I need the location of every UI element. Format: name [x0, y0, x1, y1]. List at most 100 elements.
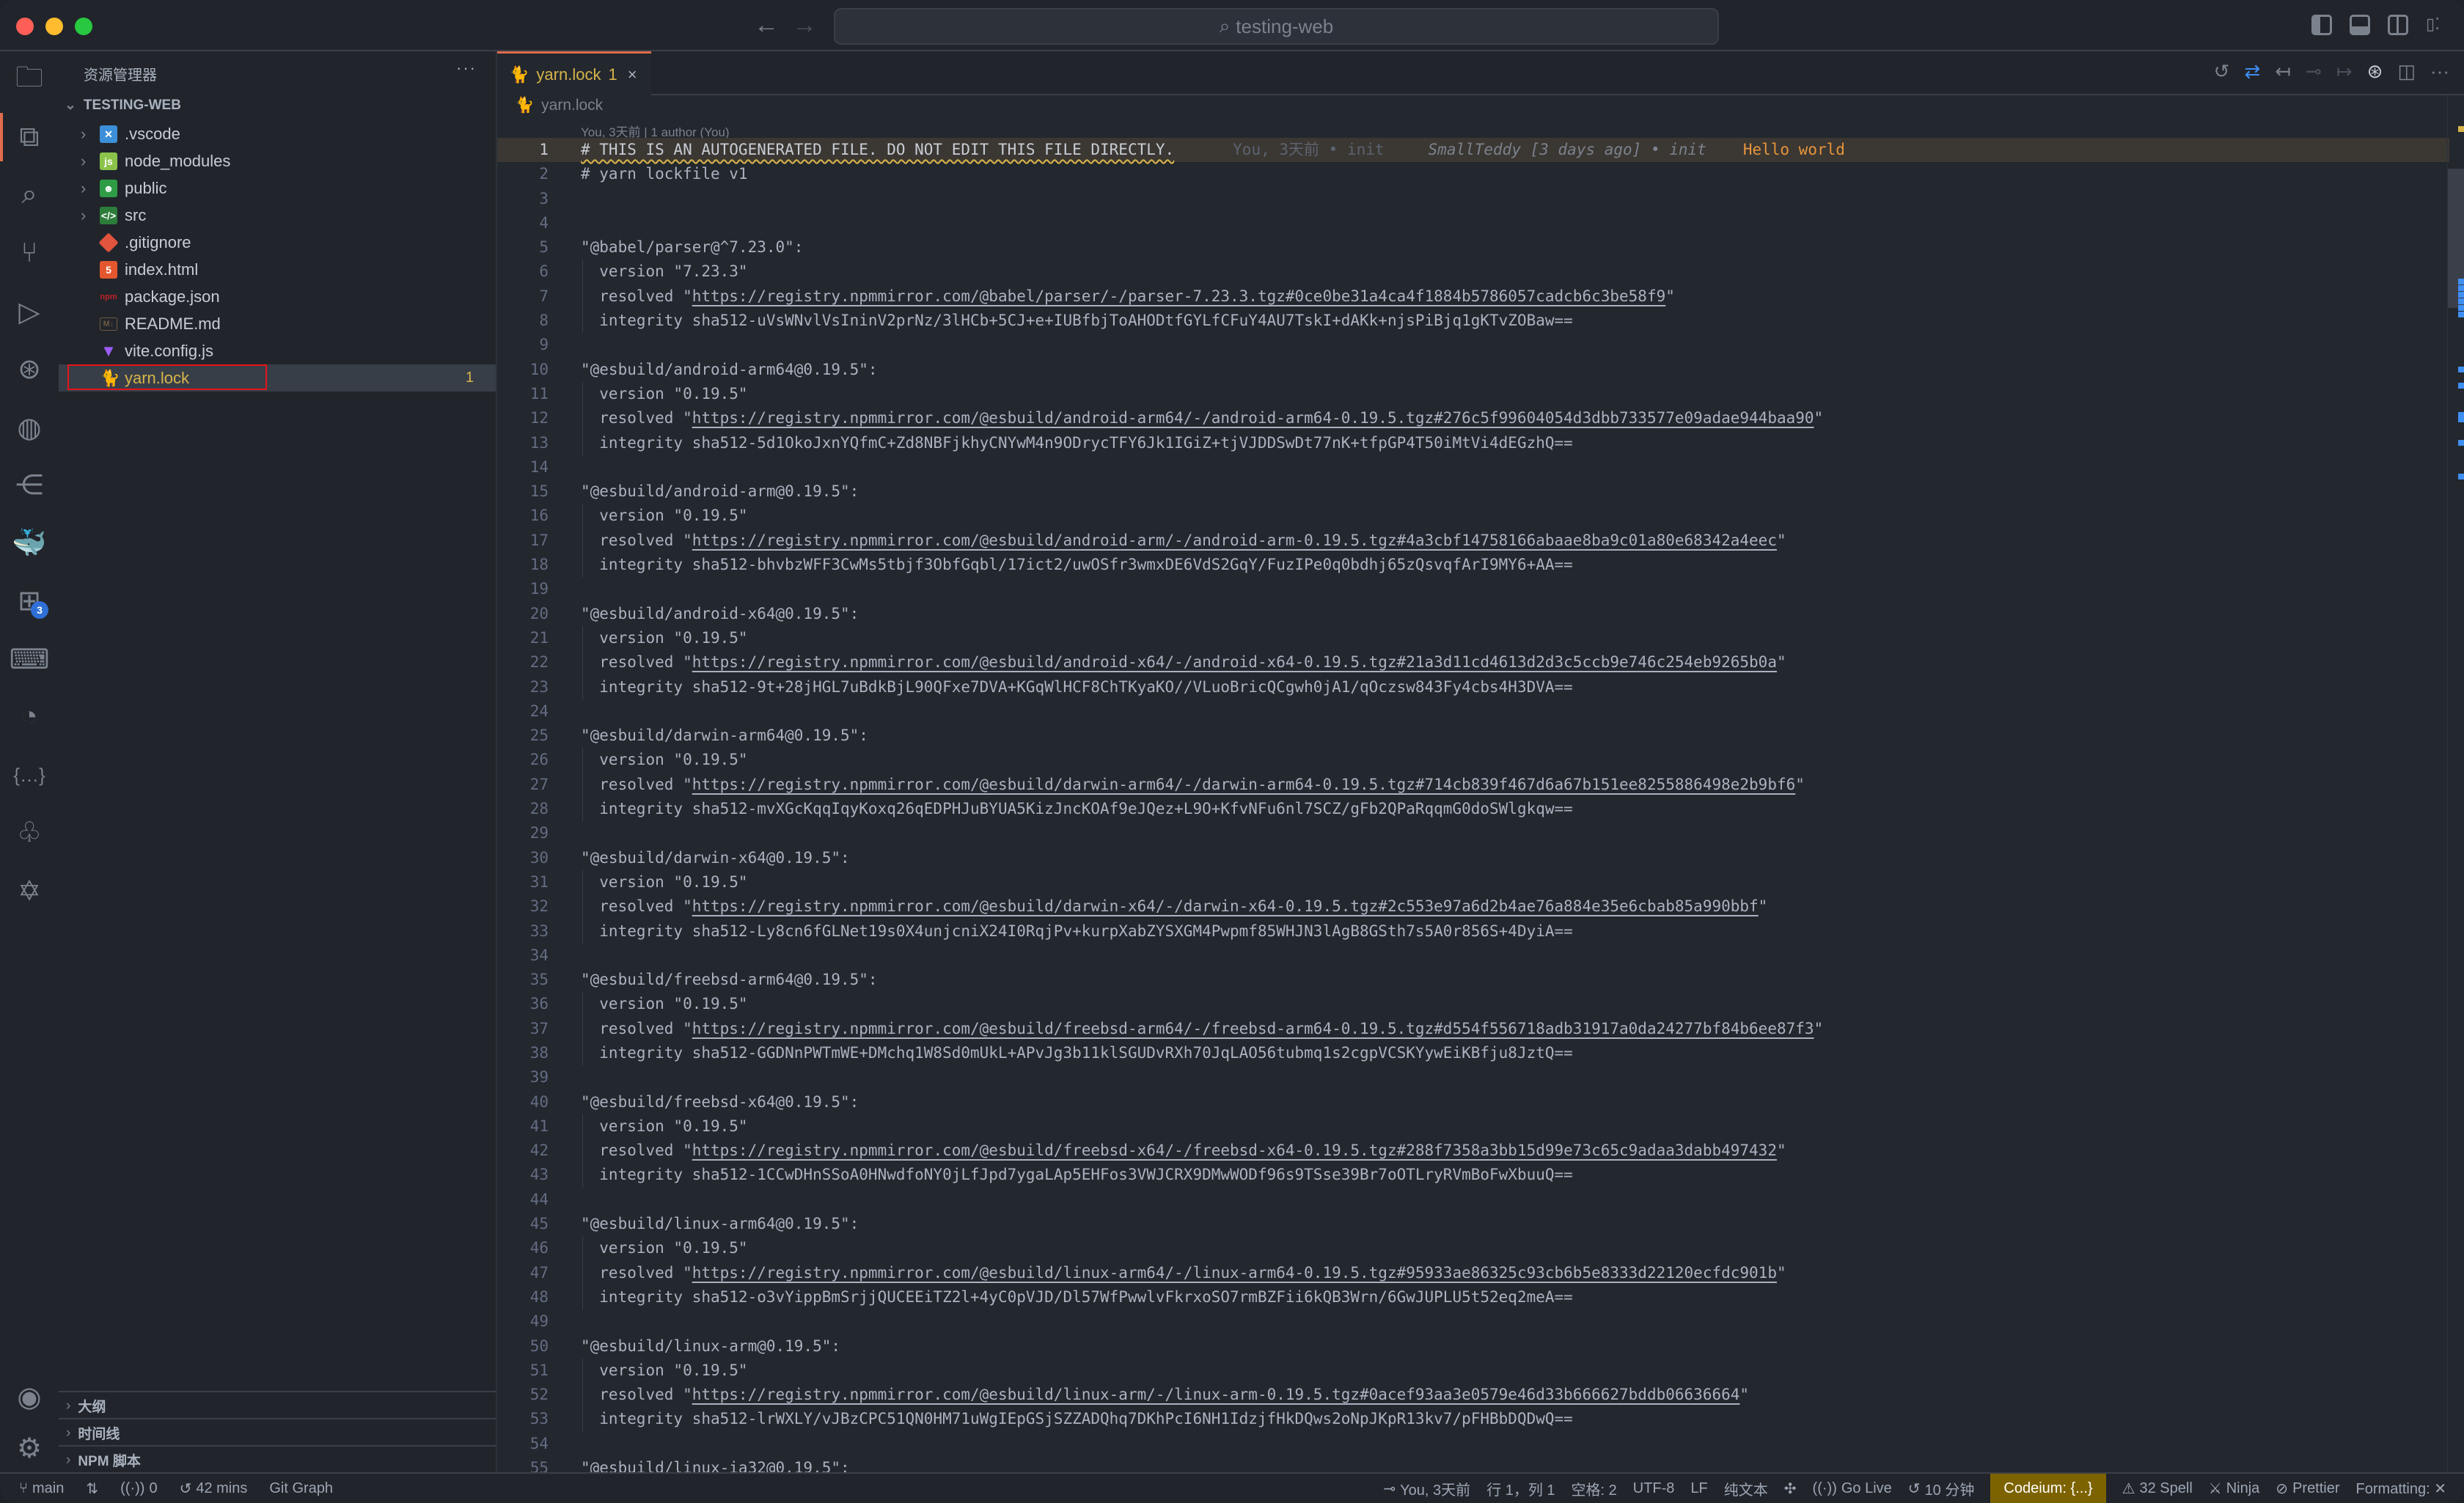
resolved-url-link[interactable]: https://registry.npmmirror.com/@esbuild/…: [692, 409, 1814, 427]
tree-item-vite-config[interactable]: ▼ vite.config.js: [59, 337, 496, 364]
status-item[interactable]: 纯文本: [1724, 1478, 1768, 1499]
section-outline[interactable]: › 大纲: [59, 1391, 496, 1419]
code-line[interactable]: 34: [497, 944, 2449, 968]
code-line[interactable]: 4: [497, 211, 2449, 235]
code-line[interactable]: 5 "@babel/parser@^7.23.0":: [497, 235, 2449, 260]
resolved-url-link[interactable]: https://registry.npmmirror.com/@esbuild/…: [692, 1020, 1814, 1037]
terminal-icon[interactable]: ⌨: [0, 633, 59, 685]
code-line[interactable]: 38 integrity sha512-GGDNnPWTmWE+DMchq1W8…: [497, 1040, 2449, 1066]
toggle-panel-icon[interactable]: [2350, 15, 2370, 35]
braces-icon[interactable]: {…}: [0, 749, 59, 801]
code-line[interactable]: 17 resolved "https://registry.npmmirror.…: [497, 528, 2449, 554]
more-actions-icon[interactable]: ···: [456, 59, 477, 78]
code-line[interactable]: 11 version "0.19.5": [497, 381, 2449, 407]
status-item[interactable]: 空格: 2: [1572, 1478, 1617, 1499]
status-item[interactable]: UTF-8: [1633, 1480, 1675, 1497]
code-line[interactable]: 51 version "0.19.5": [497, 1358, 2449, 1383]
status-item[interactable]: 行 1，列 1: [1486, 1478, 1555, 1499]
workspace-root[interactable]: ⌄ TESTING-WEB: [65, 97, 181, 114]
tree-item-yarn-lock[interactable]: 🐈 yarn.lock 1: [59, 364, 496, 392]
code-line[interactable]: 10 "@esbuild/android-arm64@0.19.5":: [497, 358, 2449, 382]
code-line[interactable]: 42 resolved "https://registry.npmmirror.…: [497, 1139, 2449, 1164]
status-item[interactable]: Codeium: {...}: [1990, 1474, 2106, 1503]
account-icon[interactable]: ◉: [0, 1371, 59, 1422]
toggle-secondary-sidebar-icon[interactable]: [2388, 15, 2408, 35]
code-line[interactable]: 43 integrity sha512-1CCwDHnSSoA0HNwdfoNY…: [497, 1163, 2449, 1188]
code-line[interactable]: 9: [497, 333, 2449, 357]
more-actions-icon[interactable]: ···: [2430, 60, 2449, 83]
code-line[interactable]: 28 integrity sha512-mvXGcKqqIqyKoxq26qED…: [497, 797, 2449, 822]
close-window-button[interactable]: [16, 18, 34, 35]
status-item[interactable]: ((·)) Go Live: [1813, 1480, 1892, 1497]
status-item[interactable]: Formatting: ✕: [2356, 1480, 2446, 1498]
code-line[interactable]: 52 resolved "https://registry.npmmirror.…: [497, 1383, 2449, 1408]
status-item[interactable]: ✣: [1784, 1480, 1797, 1498]
status-item[interactable]: ↺ 10 分钟: [1908, 1478, 1975, 1499]
vertical-scrollbar[interactable]: [2447, 95, 2464, 1474]
code-line[interactable]: 27 resolved "https://registry.npmmirror.…: [497, 772, 2449, 798]
inline-blame[interactable]: You, 3天前 • init: [1233, 141, 1384, 158]
code-line[interactable]: 48 integrity sha512-o3vYippBmSrjjQUCEEiT…: [497, 1285, 2449, 1310]
docker-icon[interactable]: 🐳: [0, 518, 59, 569]
code-line[interactable]: 44: [497, 1188, 2449, 1212]
gitlens-icon[interactable]: ◍: [0, 402, 59, 453]
resolved-url-link[interactable]: https://registry.npmmirror.com/@esbuild/…: [692, 1142, 1777, 1159]
code-editor[interactable]: 1 # THIS IS AN AUTOGENERATED FILE. DO NOT…: [497, 138, 2449, 1480]
code-line[interactable]: 24: [497, 699, 2449, 724]
code-line[interactable]: 7 resolved "https://registry.npmmirror.c…: [497, 284, 2449, 309]
code-line[interactable]: 49: [497, 1309, 2449, 1334]
code-line[interactable]: 2 # yarn lockfile v1: [497, 162, 2449, 186]
debug-icon[interactable]: ▷: [0, 286, 59, 337]
status-item[interactable]: ⊘ Prettier: [2276, 1480, 2339, 1498]
diff-icon[interactable]: ⇄: [2244, 60, 2260, 83]
tree-item-node-modules[interactable]: › js node_modules: [59, 147, 496, 174]
customize-layout-icon[interactable]: ▯⁚: [2426, 15, 2446, 35]
tree-item-readme[interactable]: M↓ README.md: [59, 310, 496, 337]
status-item[interactable]: ⊸ You, 3天前: [1383, 1478, 1470, 1499]
code-line[interactable]: 18 integrity sha512-bhvbzWFF3CwMs5tbjf3O…: [497, 553, 2449, 578]
code-line[interactable]: 47 resolved "https://registry.npmmirror.…: [497, 1260, 2449, 1285]
code-line[interactable]: 32 resolved "https://registry.npmmirror.…: [497, 894, 2449, 919]
code-line[interactable]: 35 "@esbuild/freebsd-arm64@0.19.5":: [497, 968, 2449, 992]
section-timeline[interactable]: › 时间线: [59, 1418, 496, 1447]
code-line[interactable]: 23 integrity sha512-9t+28jHGL7uBdkBjL90Q…: [497, 675, 2449, 699]
status-item[interactable]: ((·)) 0: [120, 1480, 157, 1497]
tree-item-src[interactable]: › </> src: [59, 202, 496, 229]
split-editor-icon[interactable]: ◫: [2397, 60, 2416, 83]
status-item[interactable]: ⚠ 32 Spell: [2122, 1480, 2193, 1498]
tree-item-vscode[interactable]: › ✕ .vscode: [59, 120, 496, 147]
tree-item-gitignore[interactable]: .gitignore: [59, 229, 496, 256]
code-line[interactable]: 45 "@esbuild/linux-arm64@0.19.5":: [497, 1212, 2449, 1236]
resolved-url-link[interactable]: https://registry.npmmirror.com/@esbuild/…: [692, 1264, 1777, 1282]
code-line[interactable]: 1 # THIS IS AN AUTOGENERATED FILE. DO NOT…: [497, 138, 2449, 163]
code-line[interactable]: 26 version "0.19.5": [497, 748, 2449, 773]
resolved-url-link[interactable]: https://registry.npmmirror.com/@esbuild/…: [692, 776, 1796, 793]
extensions-icon[interactable]: ⊞ 3: [0, 575, 59, 626]
code-line[interactable]: 50 "@esbuild/linux-arm@0.19.5":: [497, 1334, 2449, 1359]
history-icon[interactable]: ↺: [2214, 60, 2230, 83]
git-graph-icon[interactable]: ⊛: [2367, 60, 2383, 83]
timer-icon[interactable]: ◔: [0, 691, 59, 742]
next-change-icon[interactable]: ↦: [2336, 60, 2353, 83]
code-line[interactable]: 12 resolved "https://registry.npmmirror.…: [497, 406, 2449, 431]
code-line[interactable]: 36 version "0.19.5": [497, 992, 2449, 1017]
code-line[interactable]: 25 "@esbuild/darwin-arm64@0.19.5":: [497, 724, 2449, 748]
code-line[interactable]: 39: [497, 1065, 2449, 1089]
tree-item-public[interactable]: › ☻ public: [59, 174, 496, 202]
files-icon[interactable]: ⧉: [0, 111, 59, 163]
code-line[interactable]: 16 version "0.19.5": [497, 504, 2449, 529]
code-line[interactable]: 19: [497, 577, 2449, 601]
arrow-right-icon[interactable]: →: [792, 12, 817, 38]
commit-icon[interactable]: ⊸: [2306, 60, 2322, 83]
arrow-left-icon[interactable]: ←: [754, 12, 779, 38]
code-line[interactable]: 3: [497, 187, 2449, 211]
gear-icon[interactable]: ⚙: [0, 1422, 59, 1474]
tree-item-index-html[interactable]: 5 index.html: [59, 256, 496, 283]
minimize-window-button[interactable]: [45, 18, 63, 35]
status-item[interactable]: ⚔ Ninja: [2209, 1480, 2260, 1498]
status-item[interactable]: ⑂ main: [19, 1480, 64, 1497]
code-line[interactable]: 22 resolved "https://registry.npmmirror.…: [497, 650, 2449, 675]
status-item[interactable]: Git Graph: [269, 1480, 333, 1497]
tab-yarn-lock[interactable]: 🐈 yarn.lock 1 ×: [497, 51, 651, 95]
toggle-primary-sidebar-icon[interactable]: [2311, 15, 2332, 35]
